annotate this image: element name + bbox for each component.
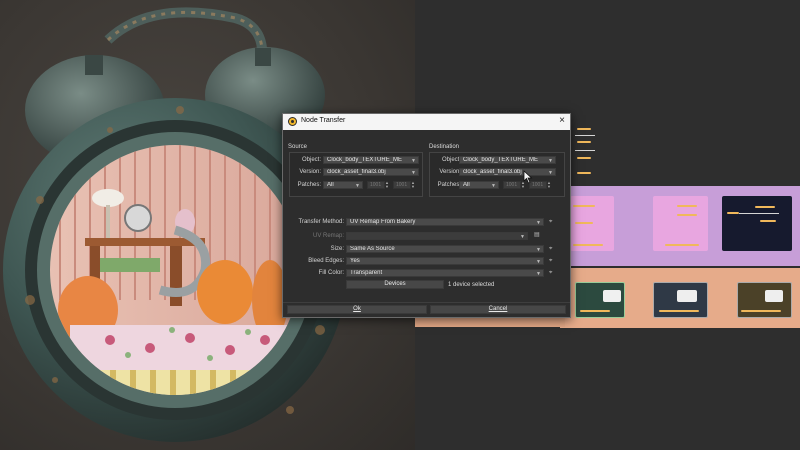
transfer-method-dropdown[interactable]: UV Remap From Bakery ▼	[346, 218, 544, 226]
chevron-down-icon: ▼	[411, 170, 416, 176]
node-thumbnail	[677, 290, 697, 302]
destination-patches-label: Patches:	[437, 182, 461, 188]
ok-button[interactable]: Ok	[287, 305, 427, 314]
ok-label: Ok	[353, 306, 361, 312]
node-port[interactable]	[677, 205, 697, 207]
pin-icon[interactable]: ⌖	[549, 270, 554, 276]
destination-patches-value: All	[463, 182, 470, 188]
destination-patch-min-field[interactable]: 1001	[503, 181, 521, 189]
transfer-method-label: Transfer Method:	[298, 219, 344, 225]
fill-color-label: Fill Color:	[318, 270, 344, 276]
chevron-down-icon: ▼	[520, 234, 525, 240]
chevron-down-icon: ▼	[491, 183, 496, 189]
node-port[interactable]	[577, 157, 591, 159]
close-button[interactable]: ×	[559, 115, 565, 127]
devices-button[interactable]: Devices	[346, 280, 444, 289]
pin-icon[interactable]: ⌖	[549, 258, 554, 264]
node-port[interactable]	[741, 310, 781, 312]
node-port[interactable]	[575, 222, 593, 224]
source-version-value: clock_asset_final3.obj	[327, 169, 386, 175]
bleed-edges-label: Bleed Edges:	[308, 258, 344, 264]
bleed-edges-value: Yes	[350, 258, 360, 264]
node-port[interactable]	[760, 220, 776, 222]
node-port[interactable]	[573, 244, 603, 246]
node-port[interactable]	[659, 310, 699, 312]
node-port[interactable]	[580, 310, 610, 312]
chevron-down-icon: ▼	[548, 170, 553, 176]
node-port[interactable]	[577, 141, 591, 143]
node-port[interactable]	[677, 214, 697, 216]
dialog-titlebar[interactable]: Node Transfer ×	[283, 114, 570, 130]
size-dropdown[interactable]: Same As Source ▼	[346, 245, 544, 253]
node-port[interactable]	[727, 212, 739, 214]
fill-color-dropdown[interactable]: Transparent ▼	[346, 269, 544, 277]
node-wire	[575, 135, 595, 136]
node-port[interactable]	[665, 244, 699, 246]
uv-remap-dropdown[interactable]: ▼	[346, 232, 528, 240]
source-patches-label: Patches:	[297, 182, 321, 188]
cancel-label: Cancel	[488, 306, 508, 312]
destination-patches-dropdown[interactable]: All ▼	[459, 181, 499, 189]
transfer-method-value: UV Remap From Bakery	[350, 219, 416, 225]
graph-node-selected[interactable]	[722, 196, 792, 251]
destination-object-dropdown[interactable]: Clock_body_TEXTURE_ME ▼	[459, 156, 556, 164]
source-heading: Source	[288, 144, 308, 150]
source-object-dropdown[interactable]: Clock_body_TEXTURE_ME ▼	[323, 156, 419, 164]
destination-object-label: Object:	[441, 157, 461, 163]
devices-status: 1 device selected	[448, 282, 495, 288]
file-browse-icon[interactable]: ▤	[534, 232, 540, 238]
chevron-down-icon: ▼	[536, 259, 541, 265]
spinner-arrows-icon[interactable]: ▲ ▼	[547, 181, 551, 189]
destination-version-label: Version:	[439, 169, 461, 175]
cancel-button[interactable]: Cancel	[430, 305, 566, 314]
app-logo-icon	[288, 117, 297, 126]
source-version-dropdown[interactable]: clock_asset_final3.obj ▼	[323, 168, 419, 176]
pin-icon[interactable]: ⌖	[549, 246, 554, 252]
uv-remap-label: UV Remap:	[312, 233, 344, 239]
source-patch-max-field[interactable]: 1001	[393, 181, 411, 189]
node-wire	[739, 213, 779, 214]
spinner-arrows-icon[interactable]: ▲ ▼	[385, 181, 389, 189]
node-port[interactable]	[577, 172, 591, 174]
node-thumbnail	[765, 290, 783, 302]
dialog-divider	[283, 302, 570, 303]
chevron-down-icon: ▼	[536, 271, 541, 277]
bleed-edges-dropdown[interactable]: Yes ▼	[346, 257, 544, 265]
node-port[interactable]	[755, 206, 775, 208]
pin-icon[interactable]: ⌖	[549, 219, 554, 225]
dialog-title: Node Transfer	[301, 117, 346, 124]
source-patches-value: All	[327, 182, 334, 188]
chevron-down-icon: ▼	[536, 220, 541, 226]
destination-version-dropdown[interactable]: clock_asset_final3.obj ▼	[459, 168, 556, 176]
node-wire	[575, 150, 595, 151]
destination-object-value: Clock_body_TEXTURE_ME	[463, 157, 539, 163]
size-label: Size:	[330, 246, 344, 252]
destination-version-value: clock_asset_final3.obj	[463, 169, 522, 175]
source-patches-dropdown[interactable]: All ▼	[323, 181, 363, 189]
size-value: Same As Source	[350, 246, 395, 252]
source-version-label: Version:	[299, 169, 321, 175]
spinner-arrows-icon[interactable]: ▲ ▼	[411, 181, 415, 189]
mouse-cursor-icon	[523, 170, 533, 184]
node-port[interactable]	[573, 205, 595, 207]
node-port[interactable]	[577, 128, 591, 130]
source-object-value: Clock_body_TEXTURE_ME	[327, 157, 403, 163]
node-transfer-dialog: Node Transfer × Source Object: Clock_bod…	[282, 113, 571, 318]
node-thumbnail	[603, 290, 621, 302]
chevron-down-icon: ▼	[411, 158, 416, 164]
source-patch-min-field[interactable]: 1001	[367, 181, 385, 189]
destination-heading: Destination	[429, 144, 460, 150]
fill-color-value: Transparent	[350, 270, 383, 276]
chevron-down-icon: ▼	[536, 247, 541, 253]
chevron-down-icon: ▼	[548, 158, 553, 164]
source-object-label: Object:	[301, 157, 321, 163]
chevron-down-icon: ▼	[355, 183, 360, 189]
